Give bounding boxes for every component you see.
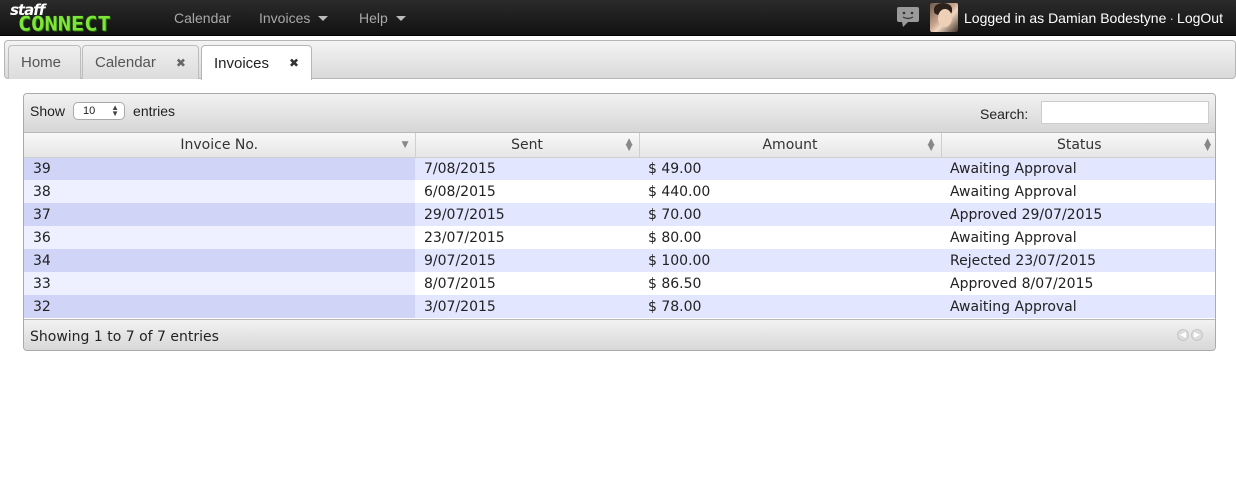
cell-amount: $ 70.00 bbox=[639, 203, 941, 226]
page-size-control: Show 10 ▲ ▼ entries bbox=[30, 102, 175, 120]
table-row[interactable]: 36 23/07/2015 $ 80.00 Awaiting Approval bbox=[24, 226, 1215, 249]
tab-invoices[interactable]: Invoices ✖ bbox=[201, 45, 312, 80]
avatar[interactable] bbox=[930, 3, 958, 32]
table-row[interactable]: 37 29/07/2015 $ 70.00 Approved 29/07/201… bbox=[24, 203, 1215, 226]
cell-status: Awaiting Approval bbox=[941, 295, 1215, 318]
separator-dot: · bbox=[1169, 10, 1175, 26]
cell-status: Approved 29/07/2015 bbox=[941, 203, 1215, 226]
table-row[interactable]: 38 6/08/2015 $ 440.00 Awaiting Approval bbox=[24, 180, 1215, 203]
nav-help-label: Help bbox=[359, 10, 388, 26]
show-label: Show bbox=[30, 103, 66, 119]
sort-both-icon: ▲ ▼ bbox=[625, 137, 633, 153]
cell-amount: $ 100.00 bbox=[639, 249, 941, 272]
table-row[interactable]: 39 7/08/2015 $ 49.00 Awaiting Approval bbox=[24, 157, 1215, 180]
cell-sent: 9/07/2015 bbox=[415, 249, 639, 272]
chat-icon[interactable] bbox=[896, 6, 920, 28]
tab-invoices-label: Invoices bbox=[214, 54, 270, 72]
nav-invoices[interactable]: Invoices bbox=[259, 10, 329, 26]
cell-status: Awaiting Approval bbox=[941, 226, 1215, 249]
cell-status: Awaiting Approval bbox=[941, 157, 1215, 180]
cell-sent: 6/08/2015 bbox=[415, 180, 639, 203]
column-header-sent[interactable]: Sent ▲ ▼ bbox=[415, 133, 640, 158]
cell-status: Approved 8/07/2015 bbox=[941, 272, 1215, 295]
cell-sent: 8/07/2015 bbox=[415, 272, 639, 295]
table-row[interactable]: 33 8/07/2015 $ 86.50 Approved 8/07/2015 bbox=[24, 272, 1215, 295]
cell-amount: $ 80.00 bbox=[639, 226, 941, 249]
cell-invoice-no: 33 bbox=[24, 272, 415, 295]
tab-calendar[interactable]: Calendar ✖ bbox=[82, 45, 199, 79]
cell-invoice-no: 32 bbox=[24, 295, 415, 318]
table-row[interactable]: 34 9/07/2015 $ 100.00 Rejected 23/07/201… bbox=[24, 249, 1215, 272]
close-icon[interactable]: ✖ bbox=[176, 56, 186, 70]
tab-home[interactable]: Home bbox=[8, 45, 81, 79]
page-size-value: 10 bbox=[83, 105, 96, 117]
caret-down-icon bbox=[318, 16, 329, 21]
column-header-label: Status bbox=[1056, 136, 1102, 153]
nav-help[interactable]: Help bbox=[359, 10, 406, 26]
search-label: Search: bbox=[980, 106, 1029, 122]
table-toolbar: Show 10 ▲ ▼ entries Search: bbox=[24, 94, 1215, 133]
cell-sent: 7/08/2015 bbox=[415, 157, 639, 180]
cell-sent: 23/07/2015 bbox=[415, 226, 639, 249]
logout-link[interactable]: LogOut bbox=[1177, 10, 1223, 26]
cell-status: Rejected 23/07/2015 bbox=[941, 249, 1215, 272]
tab-strip: Home Calendar ✖ Invoices ✖ bbox=[4, 40, 1236, 80]
invoices-table: Invoice No. ▼ Sent ▲ ▼ Amount ▲ ▼ Status ▲… bbox=[24, 133, 1215, 318]
page-size-select[interactable]: 10 ▲ ▼ bbox=[73, 102, 126, 120]
column-header-label: Sent bbox=[511, 136, 543, 153]
table-header-row: Invoice No. ▼ Sent ▲ ▼ Amount ▲ ▼ Status ▲… bbox=[24, 133, 1215, 158]
cell-amount: $ 78.00 bbox=[639, 295, 941, 318]
cell-invoice-no: 37 bbox=[24, 203, 415, 226]
pagination: ◀ ▶ bbox=[1177, 329, 1203, 341]
login-status: Logged in as Damian Bodestyne · LogOut bbox=[964, 10, 1223, 26]
table-info: Showing 1 to 7 of 7 entries bbox=[30, 329, 219, 345]
cell-status: Awaiting Approval bbox=[941, 180, 1215, 203]
column-header-invoice-no[interactable]: Invoice No. ▼ bbox=[24, 133, 416, 158]
entries-label: entries bbox=[133, 103, 176, 119]
nav-invoices-label: Invoices bbox=[259, 10, 311, 26]
invoices-table-panel: Show 10 ▲ ▼ entries Search: Invoice No. ▼… bbox=[23, 93, 1216, 351]
tab-home-label: Home bbox=[21, 54, 62, 71]
nav-calendar-label: Calendar bbox=[174, 10, 231, 26]
logged-in-as-text: Logged in as Damian Bodestyne bbox=[964, 10, 1167, 26]
cell-sent: 29/07/2015 bbox=[415, 203, 639, 226]
close-icon[interactable]: ✖ bbox=[289, 56, 299, 70]
column-header-status[interactable]: Status ▲ ▼ bbox=[941, 133, 1215, 158]
cell-amount: $ 49.00 bbox=[639, 157, 941, 180]
previous-page-icon[interactable]: ◀ bbox=[1177, 329, 1189, 341]
tab-calendar-label: Calendar bbox=[95, 54, 156, 71]
select-arrows-icon: ▲ ▼ bbox=[111, 103, 120, 118]
cell-sent: 3/07/2015 bbox=[415, 295, 639, 318]
table-footer: Showing 1 to 7 of 7 entries ◀ ▶ bbox=[24, 319, 1215, 350]
next-page-icon[interactable]: ▶ bbox=[1191, 329, 1203, 341]
sort-both-icon: ▲ ▼ bbox=[927, 137, 935, 153]
cell-amount: $ 440.00 bbox=[639, 180, 941, 203]
staff-connect-logo[interactable]: staff CONNECT bbox=[8, 1, 148, 36]
cell-amount: $ 86.50 bbox=[639, 272, 941, 295]
caret-down-icon bbox=[395, 16, 406, 21]
logo-line-connect: CONNECT bbox=[18, 13, 111, 36]
sort-both-icon: ▲ ▼ bbox=[1204, 137, 1211, 153]
column-header-amount[interactable]: Amount ▲ ▼ bbox=[639, 133, 942, 158]
sort-desc-icon: ▼ bbox=[401, 140, 409, 150]
column-header-label: Invoice No. bbox=[180, 136, 259, 153]
table-row[interactable]: 32 3/07/2015 $ 78.00 Awaiting Approval bbox=[24, 295, 1215, 318]
cell-invoice-no: 34 bbox=[24, 249, 415, 272]
cell-invoice-no: 39 bbox=[24, 157, 415, 180]
search-input[interactable] bbox=[1041, 101, 1209, 124]
column-header-label: Amount bbox=[762, 136, 818, 153]
nav-calendar[interactable]: Calendar bbox=[174, 10, 231, 26]
top-nav-bar: staff CONNECT Calendar Invoices Help Log… bbox=[0, 0, 1236, 36]
cell-invoice-no: 36 bbox=[24, 226, 415, 249]
cell-invoice-no: 38 bbox=[24, 180, 415, 203]
